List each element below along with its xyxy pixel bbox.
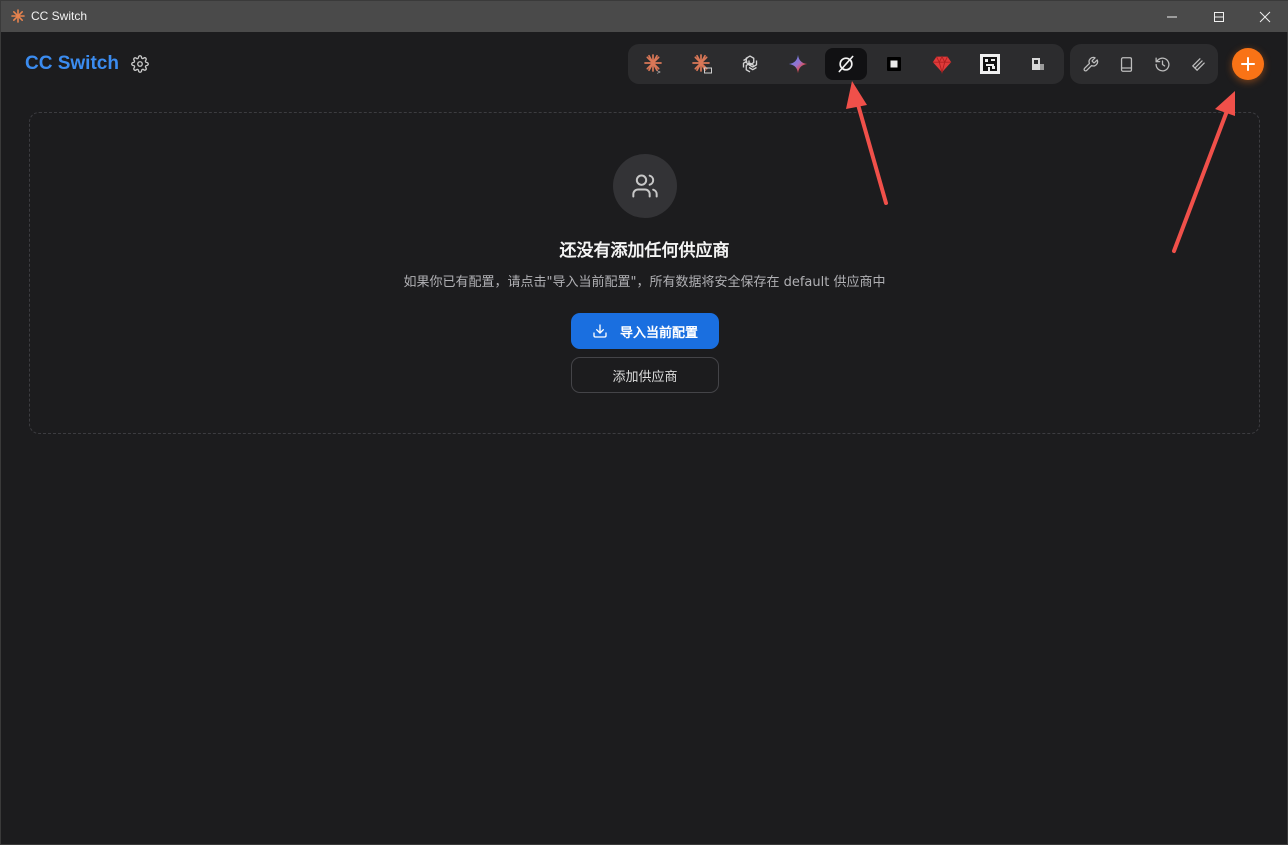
app-pixel-avatar[interactable] [969, 48, 1011, 80]
app-gemini[interactable] [777, 48, 819, 80]
plus-icon [1241, 57, 1255, 71]
openai-codex-icon [742, 55, 758, 73]
square-app-icon [887, 57, 901, 71]
svg-text:>_: >_ [657, 69, 665, 75]
tool-history[interactable] [1151, 53, 1173, 75]
opencode-icon [838, 55, 854, 73]
empty-state-avatar [613, 154, 677, 218]
add-provider-fab[interactable] [1232, 48, 1264, 80]
cc-switch-logo-icon [11, 9, 25, 23]
app-switcher: >_ [628, 44, 1064, 84]
add-provider-button[interactable]: 添加供应商 [571, 357, 719, 393]
tool-layers[interactable] [1187, 53, 1209, 75]
minimize-button-visual[interactable] [1149, 1, 1195, 32]
import-config-button[interactable]: 导入当前配置 [571, 313, 719, 349]
book-icon [1120, 56, 1132, 72]
pixel-logo-icon [1032, 58, 1044, 70]
wrench-icon [1083, 56, 1098, 71]
gemini-icon [788, 54, 808, 74]
red-gem-icon [932, 55, 952, 74]
tool-settings-wrench[interactable] [1079, 53, 1101, 75]
close-icon [1259, 11, 1271, 22]
download-icon [593, 324, 607, 338]
app-openai-codex[interactable] [729, 48, 771, 80]
app-claude-desktop[interactable] [681, 48, 723, 80]
layers-icon [1191, 57, 1205, 71]
close-button[interactable] [1242, 1, 1288, 32]
empty-state-panel: 还没有添加任何供应商 如果你已有配置，请点击"导入当前配置"，所有数据将安全保存… [29, 112, 1260, 434]
app-window: CC Switch CC Switch >_ 还没有添加任何供应商 如果你已有配… [0, 0, 1288, 845]
users-icon [632, 174, 658, 198]
claude-desktop-icon [692, 54, 712, 74]
empty-state-description: 如果你已有配置，请点击"导入当前配置"，所有数据将安全保存在 default 供… [403, 275, 886, 290]
minimize-icon [1167, 16, 1177, 17]
window-title: CC Switch [31, 9, 88, 23]
app-square[interactable] [873, 48, 915, 80]
app-pixel-logo[interactable] [1017, 48, 1059, 80]
app-red-gem[interactable] [921, 48, 963, 80]
tool-docs[interactable] [1115, 53, 1137, 75]
title-bar: CC Switch [1, 1, 1288, 32]
claude-code-icon: >_ [644, 54, 665, 75]
app-opencode[interactable] [825, 48, 867, 80]
brand-title: CC Switch [25, 53, 119, 74]
maximize-button[interactable] [1196, 1, 1242, 32]
import-config-label: 导入当前配置 [619, 325, 698, 341]
empty-state-title: 还没有添加任何供应商 [559, 241, 730, 261]
add-provider-label: 添加供应商 [612, 369, 678, 385]
app-claude-code[interactable]: >_ [633, 48, 675, 80]
gear-icon[interactable] [131, 55, 149, 73]
history-icon [1154, 56, 1169, 72]
tools-toolbar [1070, 44, 1218, 84]
pixel-avatar-icon [980, 54, 1000, 74]
maximize-icon [1214, 11, 1224, 22]
